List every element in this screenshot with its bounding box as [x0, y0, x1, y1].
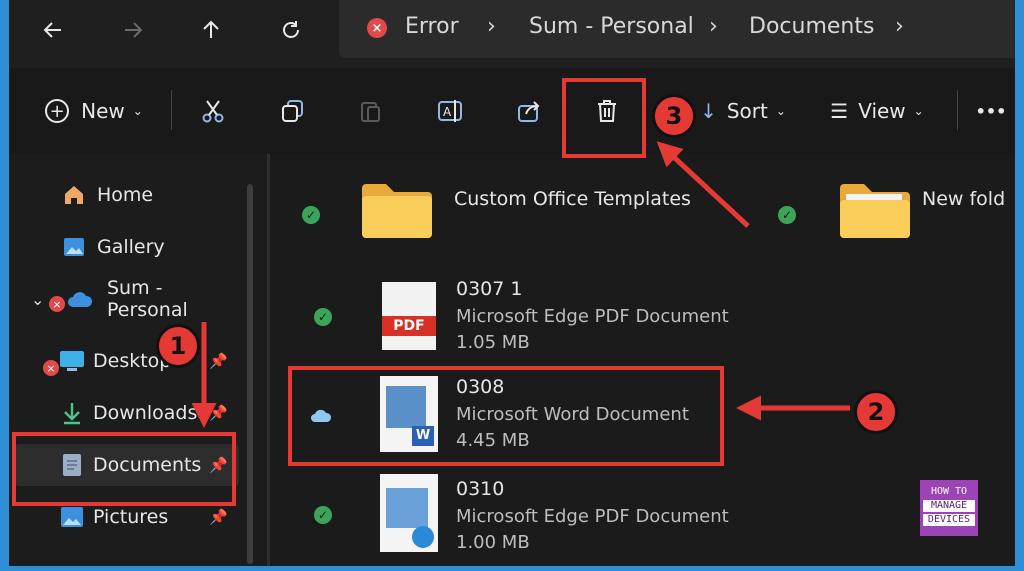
watermark-line: DEVICES	[923, 514, 975, 526]
watermark-line: HOW TO	[930, 486, 968, 497]
step-badge-2: 2	[854, 390, 898, 434]
step-badge-1: 1	[156, 324, 200, 368]
annotation-arrows	[191, 141, 850, 428]
watermark-logo: HOW TO MANAGE DEVICES	[920, 480, 978, 536]
watermark-line: MANAGE	[923, 500, 975, 512]
step-badge-3: 3	[652, 94, 696, 138]
